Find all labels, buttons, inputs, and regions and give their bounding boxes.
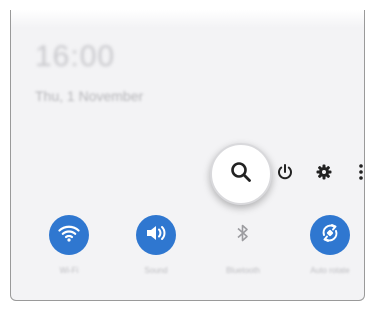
wifi-label: Wi-Fi <box>59 266 79 275</box>
more-options-icon <box>358 163 364 186</box>
search-button[interactable] <box>210 143 272 205</box>
sound-toggle[interactable] <box>136 215 176 255</box>
sound-label: Sound <box>144 266 168 275</box>
bluetooth-label: Bluetooth <box>226 266 260 275</box>
power-icon <box>276 163 294 186</box>
auto-rotate-icon <box>319 222 341 249</box>
clock-date: Thu, 1 November <box>35 88 144 104</box>
sound-icon <box>145 224 167 247</box>
wifi-icon <box>58 224 80 247</box>
quick-panel: 16:00 Thu, 1 November Wi-Fi Sound Blueto… <box>10 10 365 301</box>
bluetooth-toggle[interactable] <box>223 215 263 255</box>
settings-button[interactable] <box>312 162 336 186</box>
auto-rotate-label: Auto rotate <box>310 266 350 275</box>
search-icon <box>229 160 253 189</box>
bluetooth-icon <box>236 223 250 248</box>
power-button[interactable] <box>273 162 297 186</box>
more-options-button[interactable] <box>349 162 364 186</box>
auto-rotate-toggle[interactable] <box>310 215 350 255</box>
gear-icon <box>316 164 332 185</box>
clock-time: 16:00 <box>35 40 116 73</box>
wifi-toggle[interactable] <box>49 215 89 255</box>
